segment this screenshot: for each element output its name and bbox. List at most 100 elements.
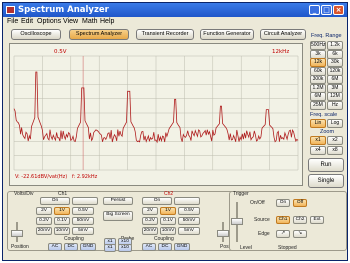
ch1-2v-button[interactable]: 2V xyxy=(36,207,52,215)
ch2-position-slider[interactable] xyxy=(217,230,229,237)
zoom-label: Zoom xyxy=(320,129,335,135)
trigger-source-ch1-button[interactable]: Ch1 xyxy=(276,216,290,224)
freq-range-label: Freq. Range xyxy=(311,33,342,39)
ch1-gnd-button[interactable]: GND xyxy=(80,243,96,251)
menu-help[interactable]: Help xyxy=(100,17,114,27)
mode-tabs: Oscilloscope Spectrum Analyzer Transient… xyxy=(3,29,347,41)
zoom-x2-button[interactable]: x2 xyxy=(327,136,343,145)
ch1-20mv-button[interactable]: 20mV xyxy=(36,227,52,235)
minimize-icon[interactable]: _ xyxy=(309,5,320,15)
tab-oscilloscope[interactable]: Oscilloscope xyxy=(11,29,61,40)
ch2-dc-button[interactable]: DC xyxy=(158,243,172,251)
probe-x10-ch2-button[interactable]: x10 xyxy=(118,244,132,252)
trigger-off-button[interactable]: Off xyxy=(293,199,307,207)
freq-range-button-6m[interactable]: 6M xyxy=(310,92,326,101)
window-title: Spectrum Analyzer xyxy=(18,5,109,15)
trigger-onoff-label: On/Off xyxy=(250,200,265,206)
menu-options[interactable]: Options xyxy=(37,17,61,27)
tab-transient-recorder[interactable]: Transient Recorder xyxy=(136,29,194,40)
ch1-dc-button[interactable]: DC xyxy=(64,243,78,251)
tab-spectrum-analyzer[interactable]: Spectrum Analyzer xyxy=(69,29,129,40)
tab-function-generator[interactable]: Function Generator xyxy=(200,29,254,40)
spectrum-display[interactable]: 0.5V 12kHz V: -22.61dBV/vat(Hz) f: 2.92k… xyxy=(9,43,303,186)
trigger-panel: Trigger On/Off On Off Source Ch1 Ch2 Ext… xyxy=(229,191,347,251)
ch2-2v-button[interactable]: 2V xyxy=(142,207,158,215)
freq-scale-lin-button[interactable]: Lin xyxy=(310,119,326,128)
ch1-50mv-button[interactable]: 50mV xyxy=(72,217,94,225)
freq-range-button-hz[interactable]: Hz xyxy=(327,100,343,110)
trigger-source-ch2-button[interactable]: Ch2 xyxy=(293,216,307,224)
ch2-off-button[interactable] xyxy=(174,197,200,205)
ch2-20mv-button[interactable]: 20mV xyxy=(142,227,158,235)
ch1-ac-button[interactable]: AC xyxy=(48,243,62,251)
freq-range-button-12m[interactable]: 12M xyxy=(327,92,343,101)
trigger-source-ext-button[interactable]: Ext xyxy=(310,216,324,224)
single-button[interactable]: Single xyxy=(308,174,344,188)
rising-edge-icon[interactable]: ↗ xyxy=(276,230,290,238)
ch2-on-button[interactable]: On xyxy=(142,197,172,205)
menu-edit[interactable]: Edit xyxy=(21,17,33,27)
big-screen-button[interactable]: Big Screen xyxy=(103,211,133,221)
trigger-edge-label: Edge xyxy=(258,231,270,237)
menu-math[interactable]: Math xyxy=(82,17,98,27)
ch2-0.5v-button[interactable]: 0.5V xyxy=(178,207,200,215)
zoom-x1-button[interactable]: x1 xyxy=(310,136,326,145)
trigger-status: Stopped xyxy=(278,245,297,251)
ch2-gnd-button[interactable]: GND xyxy=(174,243,190,251)
ch1-5mv-button[interactable]: 5mV xyxy=(72,227,94,235)
maximize-icon[interactable]: □ xyxy=(321,5,332,15)
freq-range-button-1-2k[interactable]: 1.2k xyxy=(327,41,343,50)
freq-range-button-300k[interactable]: 300k xyxy=(310,75,326,84)
run-button[interactable]: Run xyxy=(308,158,344,172)
trigger-label: Trigger xyxy=(233,191,249,197)
freq-range-button-30k[interactable]: 30k xyxy=(327,58,343,67)
frequency-span-label: 12kHz xyxy=(272,49,289,55)
freq-scale-label: Freq. scale xyxy=(310,112,338,118)
amplitude-scale-label: 0.5V xyxy=(54,49,67,55)
ch2-ac-button[interactable]: AC xyxy=(142,243,156,251)
ch1-10mv-button[interactable]: 10mV xyxy=(54,227,70,235)
menu-view[interactable]: View xyxy=(63,17,78,27)
app-window: Spectrum Analyzer _ □ × File Edit Option… xyxy=(2,2,348,261)
spectrum-plot: 0.5V 12kHz V: -22.61dBV/vat(Hz) f: 2.92k… xyxy=(13,49,299,180)
trigger-on-button[interactable]: On xyxy=(276,199,290,207)
ch1-0.2v-button[interactable]: 0.2V xyxy=(36,217,52,225)
volts-div-label: Volts/Div xyxy=(14,191,34,197)
menu-file[interactable]: File xyxy=(7,17,18,27)
menu-bar: File Edit Options View Math Help xyxy=(3,17,347,27)
falling-edge-icon[interactable]: ↘ xyxy=(293,230,307,238)
freq-range-button-500hz[interactable]: 500Hz xyxy=(310,41,326,50)
probe-x1-ch2-button[interactable]: x1 xyxy=(104,244,116,252)
ch1-off-button[interactable] xyxy=(72,197,98,205)
ch1-position-label: Position xyxy=(11,244,29,250)
ch2-0.1v-button[interactable]: 0.1V xyxy=(160,217,176,225)
trigger-level-slider[interactable] xyxy=(231,218,243,225)
trigger-level-label: Level xyxy=(240,245,252,251)
freq-scale-log-button[interactable]: Log xyxy=(327,119,343,128)
ch2-50mv-button[interactable]: 50mV xyxy=(178,217,200,225)
persist-button[interactable]: Persist xyxy=(103,197,133,205)
ch2-1v-button[interactable]: 1V xyxy=(160,207,176,215)
ch2-0.2v-button[interactable]: 0.2V xyxy=(142,217,158,225)
tab-circuit-analyzer[interactable]: Circuit Analyzer xyxy=(260,29,306,40)
freq-range-button-12k[interactable]: 12k xyxy=(310,58,326,67)
side-panel: Freq. Range 500Hz 1.2k 3k 6k 12k 30k 60k 120k 30… xyxy=(305,33,347,191)
volts-div-panel: Volts/Div Ch1 Ch2 On Persist Big Screen … xyxy=(7,191,253,252)
ch1-coupling-label: Coupling xyxy=(64,236,84,242)
ch1-0.1v-button[interactable]: 0.1V xyxy=(54,217,70,225)
zoom-x8-button[interactable]: x8 xyxy=(327,146,343,155)
freq-range-button-6m[interactable]: 6M xyxy=(327,75,343,84)
ch1-0.5v-button[interactable]: 0.5V xyxy=(72,207,94,215)
ch1-position-slider[interactable] xyxy=(11,230,23,237)
zoom-x4-button[interactable]: x4 xyxy=(310,146,326,155)
freq-range-button-25m[interactable]: 25M xyxy=(310,100,326,110)
ch2-5mv-button[interactable]: 5mV xyxy=(178,227,200,235)
trigger-source-label: Source xyxy=(254,217,270,223)
ch1-on-button[interactable]: On xyxy=(40,197,70,205)
title-bar: Spectrum Analyzer _ □ × xyxy=(3,3,347,17)
ch1-1v-button[interactable]: 1V xyxy=(54,207,70,215)
ch2-10mv-button[interactable]: 10mV xyxy=(160,227,176,235)
cursor-level-readout: V: -22.61dBV/vat(Hz) xyxy=(15,174,67,180)
close-icon[interactable]: × xyxy=(333,5,344,15)
app-icon xyxy=(6,6,15,14)
